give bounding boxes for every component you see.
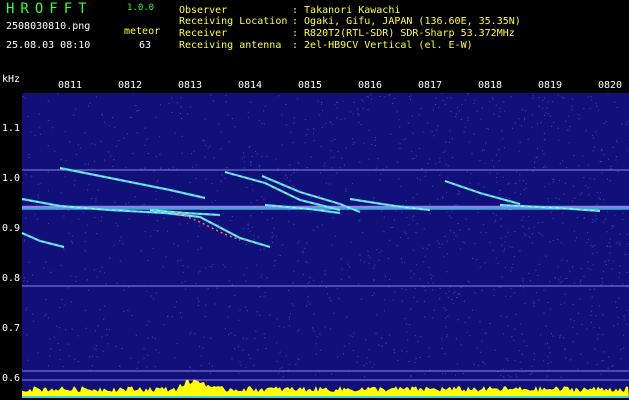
time-label: 0820 <box>598 80 623 91</box>
location-value: : Ogaki, Gifu, JAPAN (136.60E, 35.35N) <box>292 16 521 27</box>
app-version: 1.0.0 <box>127 3 155 13</box>
hrofft-screen: HROFFT 1.0.0 2508030810.png meteor 25.08… <box>0 0 629 400</box>
receiver-value: : R820T2(RTL-SDR) SDR-Sharp 53.372MHz <box>292 28 515 39</box>
time-label: 0814 <box>238 80 263 91</box>
time-label: 0812 <box>118 80 143 91</box>
image-filename: 2508030810.png <box>6 21 91 32</box>
y-tick-label: 1.0 <box>2 173 21 184</box>
y-tick-label: 0.9 <box>2 223 21 234</box>
time-label: 0811 <box>58 80 83 91</box>
y-tick-label: 0.7 <box>2 323 21 334</box>
spectrum-background <box>22 93 629 398</box>
time-label: 0819 <box>538 80 563 91</box>
y-tick-label: 0.6 <box>2 373 21 384</box>
y-axis-unit: kHz <box>2 74 21 85</box>
app-logo: HROFFT <box>6 1 93 17</box>
observer-label: Observer <box>179 5 228 16</box>
location-label: Receiving Location <box>179 16 288 27</box>
timestamp: 25.08.03 08:10 <box>6 40 91 51</box>
time-label: 0817 <box>418 80 443 91</box>
receiver-label: Receiver <box>179 28 228 39</box>
time-label: 0815 <box>298 80 323 91</box>
time-label: 0818 <box>478 80 503 91</box>
y-tick-label: 1.1 <box>2 123 21 134</box>
antenna-label: Receiving antenna <box>179 40 282 51</box>
antenna-value: : 2el-HB9CV Vertical (el. E-W) <box>292 40 473 51</box>
spectrogram <box>21 92 629 398</box>
observer-value: : Takanori Kawachi <box>292 5 401 16</box>
time-label: 0813 <box>178 80 203 91</box>
meteor-count: 63 <box>139 40 152 51</box>
histogram-baseline <box>22 396 629 398</box>
count-label: meteor <box>124 26 161 37</box>
time-label: 0816 <box>358 80 383 91</box>
y-tick-label: 0.8 <box>2 273 21 284</box>
